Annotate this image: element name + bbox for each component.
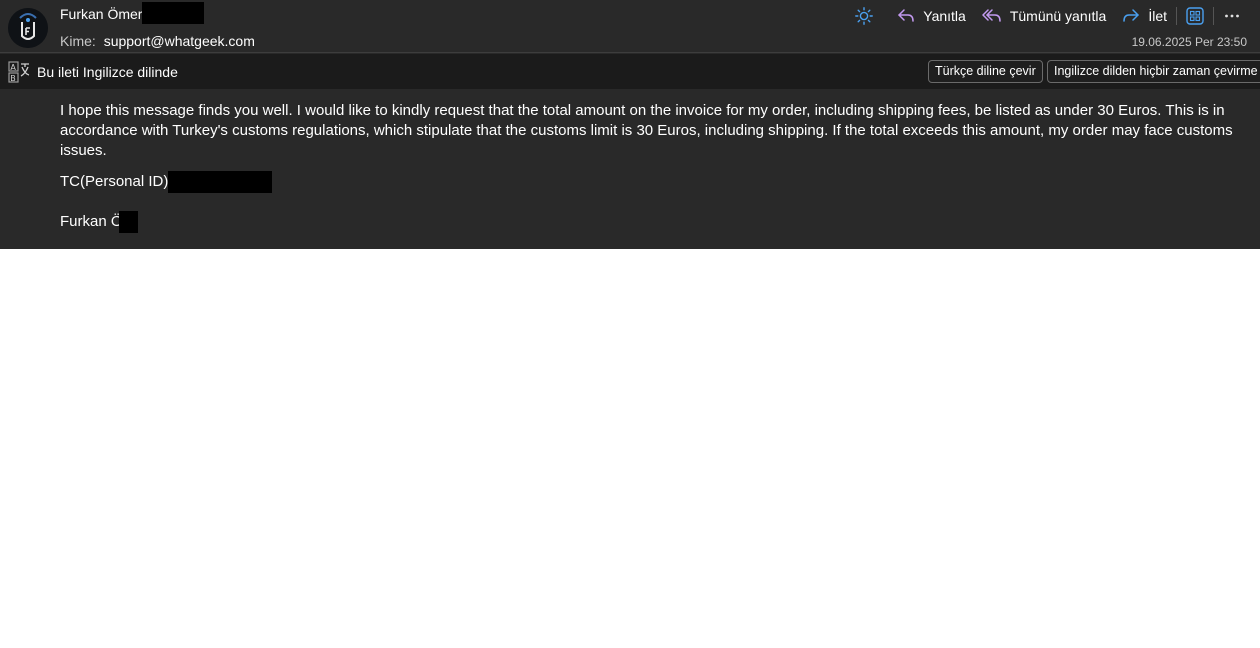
message-header: Furkan Ömer Kime: support@whatgeek.com Y… bbox=[0, 0, 1260, 53]
sender-name-text: Furkan Ömer bbox=[60, 6, 143, 22]
reply-all-button[interactable]: Tümünü yanıtla bbox=[977, 4, 1112, 28]
forward-arrow-icon bbox=[1123, 9, 1140, 22]
translate-button[interactable]: Türkçe diline çevir bbox=[928, 60, 1043, 83]
translate-icon: A B bbox=[8, 61, 30, 83]
summarize-button[interactable] bbox=[850, 4, 878, 28]
sender-avatar[interactable] bbox=[8, 8, 48, 48]
never-translate-button[interactable]: Ingilizce dilden hiçbir zaman çevirme bbox=[1047, 60, 1260, 83]
redacted-signature bbox=[118, 211, 138, 233]
reply-all-label: Tümünü yanıtla bbox=[1009, 8, 1107, 24]
translation-bar: A B Bu ileti Ingilizce dilinde Türkçe di… bbox=[0, 54, 1260, 89]
personal-id-label: TC(Personal ID) bbox=[60, 173, 169, 190]
forward-button[interactable]: İlet bbox=[1117, 4, 1172, 28]
toolbar-divider bbox=[1176, 7, 1177, 25]
signature-name: Furkan Ö bbox=[60, 213, 123, 230]
svg-text:A: A bbox=[10, 63, 16, 72]
message-date: 19.06.2025 Per 23:50 bbox=[1131, 35, 1247, 49]
signature-line: Furkan Ö bbox=[60, 211, 1245, 233]
sun-icon bbox=[855, 7, 874, 25]
email-reading-pane: Furkan Ömer Kime: support@whatgeek.com Y… bbox=[0, 0, 1260, 249]
recipient-row: Kime: support@whatgeek.com bbox=[60, 33, 255, 49]
more-dots-icon bbox=[1225, 14, 1239, 18]
to-label: Kime: bbox=[60, 33, 96, 49]
avatar-logo-icon bbox=[8, 8, 48, 48]
body-paragraph: I hope this message finds you well. I wo… bbox=[60, 102, 1233, 159]
reply-label: Yanıtla bbox=[923, 8, 966, 24]
forward-label: İlet bbox=[1148, 8, 1167, 24]
toolbar-divider-2 bbox=[1213, 7, 1214, 25]
sender-name[interactable]: Furkan Ömer bbox=[60, 2, 205, 25]
redacted-surname bbox=[142, 2, 205, 25]
recipient-address[interactable]: support@whatgeek.com bbox=[104, 33, 255, 49]
more-actions-button[interactable] bbox=[1218, 4, 1246, 28]
translation-message: Bu ileti Ingilizce dilinde bbox=[37, 64, 178, 80]
reply-button[interactable]: Yanıtla bbox=[892, 4, 971, 28]
apps-button[interactable] bbox=[1181, 4, 1209, 28]
svg-text:B: B bbox=[10, 74, 16, 83]
message-actions-toolbar: Yanıtla Tümünü yanıtla İlet bbox=[850, 4, 1246, 28]
redacted-id bbox=[168, 171, 273, 193]
reply-all-arrow-icon bbox=[982, 9, 1001, 22]
message-body: I hope this message finds you well. I wo… bbox=[60, 101, 1245, 233]
personal-id-line: TC(Personal ID) bbox=[60, 171, 1245, 193]
apps-grid-icon bbox=[1186, 7, 1204, 25]
reply-arrow-icon bbox=[898, 9, 915, 22]
